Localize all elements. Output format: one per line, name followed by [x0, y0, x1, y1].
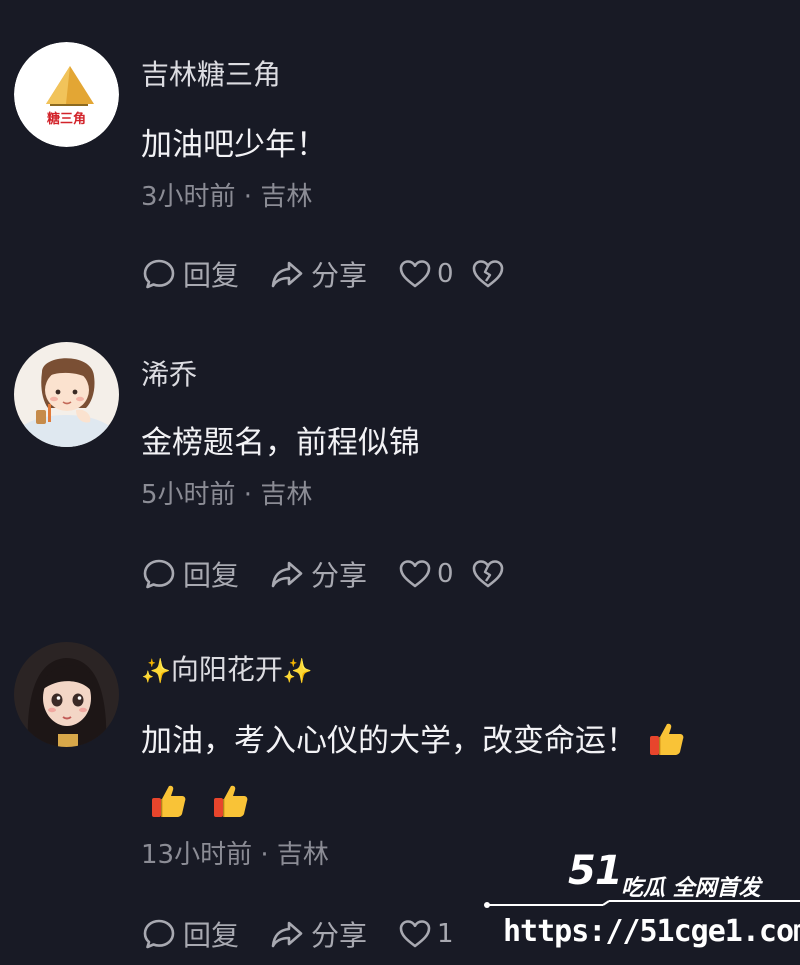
thumbs-up-emoji-icon: [214, 785, 248, 817]
speech-bubble-icon: [143, 919, 175, 949]
watermark-logo: 51: [568, 848, 623, 894]
comment-meta: 13小时前 · 吉林: [141, 840, 329, 870]
comment-text-body: 加油，考入心仪的大学，改变命运！: [141, 723, 637, 759]
sparkles-icon: ✨: [282, 657, 313, 685]
watermark-tagline: 吃瓜 全网首发: [621, 876, 761, 901]
action-bar: 回复 分享 1: [141, 914, 470, 954]
share-arrow-icon: [271, 921, 303, 948]
comment-list: 糖三角 吉林糖三角 加油吧少年！ 3小时前 · 吉林 回复 分享 0 浠乔 金榜…: [0, 0, 800, 965]
circuit-line-icon: [484, 900, 800, 908]
heart-icon: [399, 920, 431, 948]
anime-girl-avatar-icon: [14, 642, 119, 747]
sparkles-icon: ✨: [141, 657, 171, 685]
watermark: 51 吃瓜 全网首发 https://51cge1.com: [483, 848, 800, 965]
like-button[interactable]: 1: [397, 916, 454, 952]
reply-label: 回复: [183, 919, 240, 952]
share-label: 分享: [311, 919, 368, 952]
thumbs-up-emoji-icon: [152, 785, 186, 817]
comment-item: ✨向阳花开✨ 加油，考入心仪的大学，改变命运！ 13小时前 · 吉林 回复 分享…: [0, 0, 800, 965]
username[interactable]: ✨向阳花开✨: [141, 656, 313, 684]
thumbs-up-emoji-icon: [650, 723, 684, 755]
comment-text: 加油，考入心仪的大学，改变命运！: [141, 710, 761, 834]
username-text: 向阳花开: [170, 653, 283, 686]
share-button[interactable]: 分享: [269, 914, 367, 954]
watermark-url: https://51cge1.com: [503, 914, 800, 949]
reply-button[interactable]: 回复: [141, 914, 239, 954]
avatar[interactable]: [14, 642, 119, 747]
like-count: 1: [437, 919, 454, 949]
